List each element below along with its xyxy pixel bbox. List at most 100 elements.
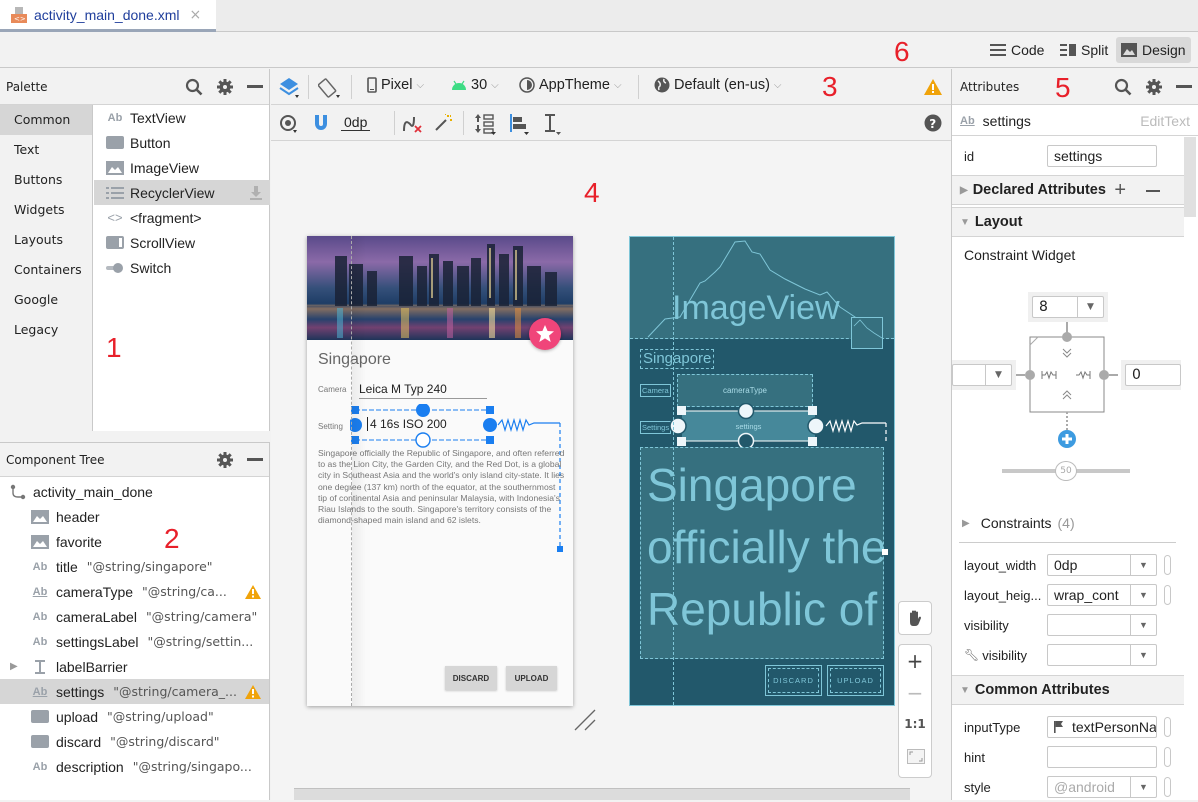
- clear-constraints-icon[interactable]: [402, 114, 422, 134]
- tree-item-title[interactable]: Ab title "@string/singapore": [0, 554, 269, 579]
- code-mode-button[interactable]: Code: [985, 37, 1049, 63]
- palette-category[interactable]: Google: [0, 285, 92, 315]
- declared-attributes-section[interactable]: ▶ Declared Attributes +: [952, 175, 1184, 205]
- tree-item-settingslabel[interactable]: Ab settingsLabel "@string/settin...: [0, 629, 269, 654]
- visibility-dropdown[interactable]: ▼: [1047, 614, 1157, 636]
- palette-category[interactable]: Common: [0, 105, 92, 135]
- tree-root[interactable]: activity_main_done: [0, 479, 269, 504]
- camera-type-field[interactable]: Leica M Typ 240: [359, 382, 487, 399]
- camera-label[interactable]: Camera: [318, 385, 346, 394]
- tree-item-header[interactable]: header: [0, 504, 269, 529]
- palette-item-textview[interactable]: Ab TextView: [94, 105, 270, 130]
- download-icon[interactable]: [250, 185, 262, 200]
- search-icon[interactable]: [185, 78, 203, 96]
- attributes-scrollbar[interactable]: [1184, 137, 1196, 217]
- tree-item-cameratype[interactable]: Ab cameraType "@string/ca...: [0, 579, 269, 604]
- input-type-field[interactable]: textPersonNa: [1047, 716, 1157, 738]
- add-constraint-icon[interactable]: [1058, 430, 1076, 448]
- view-options-icon[interactable]: [279, 114, 299, 134]
- locale-dropdown[interactable]: Default (en-us) ⌵: [654, 77, 782, 93]
- warning-icon[interactable]: [245, 584, 261, 599]
- layout-section[interactable]: ▼ Layout: [952, 207, 1184, 237]
- constraint-widget-diagram[interactable]: [1002, 322, 1132, 442]
- gear-icon[interactable]: [217, 78, 233, 95]
- palette-category[interactable]: Widgets: [0, 195, 92, 225]
- resource-picker-button[interactable]: [1164, 747, 1171, 767]
- id-field[interactable]: settings: [1047, 145, 1157, 167]
- remove-attribute-icon[interactable]: [1146, 190, 1160, 192]
- horizontal-scrollbar[interactable]: [294, 788, 910, 800]
- tools-visibility-dropdown[interactable]: ▼: [1047, 644, 1157, 666]
- blueprint-description[interactable]: Singapore officially the Republic of: [640, 447, 884, 659]
- tree-item-description[interactable]: Ab description "@string/singapo...: [0, 754, 269, 779]
- palette-item-imageview[interactable]: ImageView: [94, 155, 270, 180]
- editor-tab[interactable]: <> activity_main_done.xml ×: [0, 0, 216, 32]
- resource-picker-button[interactable]: [1164, 777, 1171, 797]
- palette-item-switch[interactable]: Switch: [94, 255, 270, 280]
- blueprint-surface[interactable]: ImageView Singapore Camera cameraType Se…: [629, 236, 895, 706]
- blueprint-resize-handle[interactable]: [882, 549, 888, 555]
- pan-button[interactable]: [898, 601, 932, 635]
- discard-button[interactable]: DISCARD: [445, 666, 497, 690]
- tree-item-discard[interactable]: discard "@string/discard": [0, 729, 269, 754]
- zoom-actual-size-button[interactable]: 1:1: [899, 717, 931, 731]
- minimize-icon[interactable]: [247, 84, 263, 89]
- blueprint-title[interactable]: Singapore: [640, 349, 715, 369]
- margin-right-dropdown[interactable]: 0: [1125, 364, 1181, 386]
- palette-item-scrollview[interactable]: ScrollView: [94, 230, 270, 255]
- palette-item-button[interactable]: Button: [94, 130, 270, 155]
- common-attributes-section[interactable]: ▼ Common Attributes: [952, 675, 1184, 705]
- palette-category[interactable]: Legacy: [0, 315, 92, 345]
- help-icon[interactable]: ?: [924, 114, 942, 132]
- magnet-autoconnect-icon[interactable]: [313, 114, 329, 132]
- palette-item-fragment[interactable]: <> <fragment>: [94, 205, 270, 230]
- tree-item-labelbarrier[interactable]: ▶ labelBarrier: [0, 654, 269, 679]
- expand-arrow-icon[interactable]: ▶: [10, 661, 31, 672]
- palette-item-recyclerview[interactable]: RecyclerView: [94, 180, 270, 205]
- orientation-icon[interactable]: [318, 77, 342, 99]
- close-tab-icon[interactable]: ×: [190, 7, 202, 23]
- zoom-in-button[interactable]: +: [899, 649, 931, 673]
- pack-icon[interactable]: [475, 113, 497, 135]
- tree-item-favorite[interactable]: favorite: [0, 529, 269, 554]
- api-level-dropdown[interactable]: 30 ⌵: [451, 77, 499, 93]
- resource-picker-button[interactable]: [1164, 555, 1171, 575]
- resource-picker-button[interactable]: [1164, 585, 1171, 605]
- align-icon[interactable]: [509, 113, 531, 135]
- hint-field[interactable]: [1047, 746, 1157, 768]
- theme-dropdown[interactable]: AppTheme ⌵: [519, 77, 622, 93]
- upload-button[interactable]: UPLOAD: [506, 666, 557, 690]
- layout-width-dropdown[interactable]: 0dp ▼: [1047, 554, 1157, 576]
- style-dropdown[interactable]: @android ▼: [1047, 776, 1157, 798]
- margin-top-dropdown[interactable]: 8 ▼: [1032, 296, 1104, 318]
- palette-category[interactable]: Containers: [0, 255, 92, 285]
- resource-picker-button[interactable]: [1164, 717, 1171, 737]
- gear-icon[interactable]: [217, 451, 233, 468]
- bias-slider-thumb[interactable]: 50: [1055, 461, 1077, 481]
- layout-height-dropdown[interactable]: wrap_cont ▼: [1047, 584, 1157, 606]
- tree-item-settings[interactable]: Ab settings "@string/camera_...: [0, 679, 269, 704]
- minimize-icon[interactable]: [247, 457, 263, 462]
- warning-icon[interactable]: [924, 79, 942, 95]
- favorite-fab[interactable]: [529, 318, 561, 350]
- blueprint-discard[interactable]: DISCARD: [765, 665, 822, 696]
- split-mode-button[interactable]: Split: [1055, 37, 1113, 63]
- tree-item-cameralabel[interactable]: Ab cameraLabel "@string/camera": [0, 604, 269, 629]
- guidelines-icon[interactable]: [543, 113, 565, 135]
- palette-category[interactable]: Buttons: [0, 165, 92, 195]
- layers-icon[interactable]: [279, 77, 301, 99]
- warning-icon[interactable]: [245, 684, 261, 699]
- zoom-out-button[interactable]: −: [899, 681, 931, 705]
- palette-category[interactable]: Text: [0, 135, 92, 165]
- blueprint-settings-label[interactable]: Settings: [640, 421, 672, 434]
- settings-field-selected[interactable]: 4 16s ISO 200: [350, 404, 563, 552]
- device-dropdown[interactable]: Pixel ⌵: [367, 77, 424, 93]
- default-margin-field[interactable]: 0dp: [341, 114, 371, 131]
- gear-icon[interactable]: [1146, 78, 1162, 95]
- blueprint-camera-label[interactable]: Camera: [640, 384, 671, 397]
- blueprint-upload[interactable]: UPLOAD: [827, 665, 884, 696]
- minimize-icon[interactable]: [1176, 84, 1192, 89]
- design-surface[interactable]: Singapore Camera Leica M Typ 240 Setting…: [307, 236, 573, 706]
- constraints-row[interactable]: ▶ Constraints (4): [962, 515, 1075, 531]
- search-icon[interactable]: [1114, 78, 1132, 96]
